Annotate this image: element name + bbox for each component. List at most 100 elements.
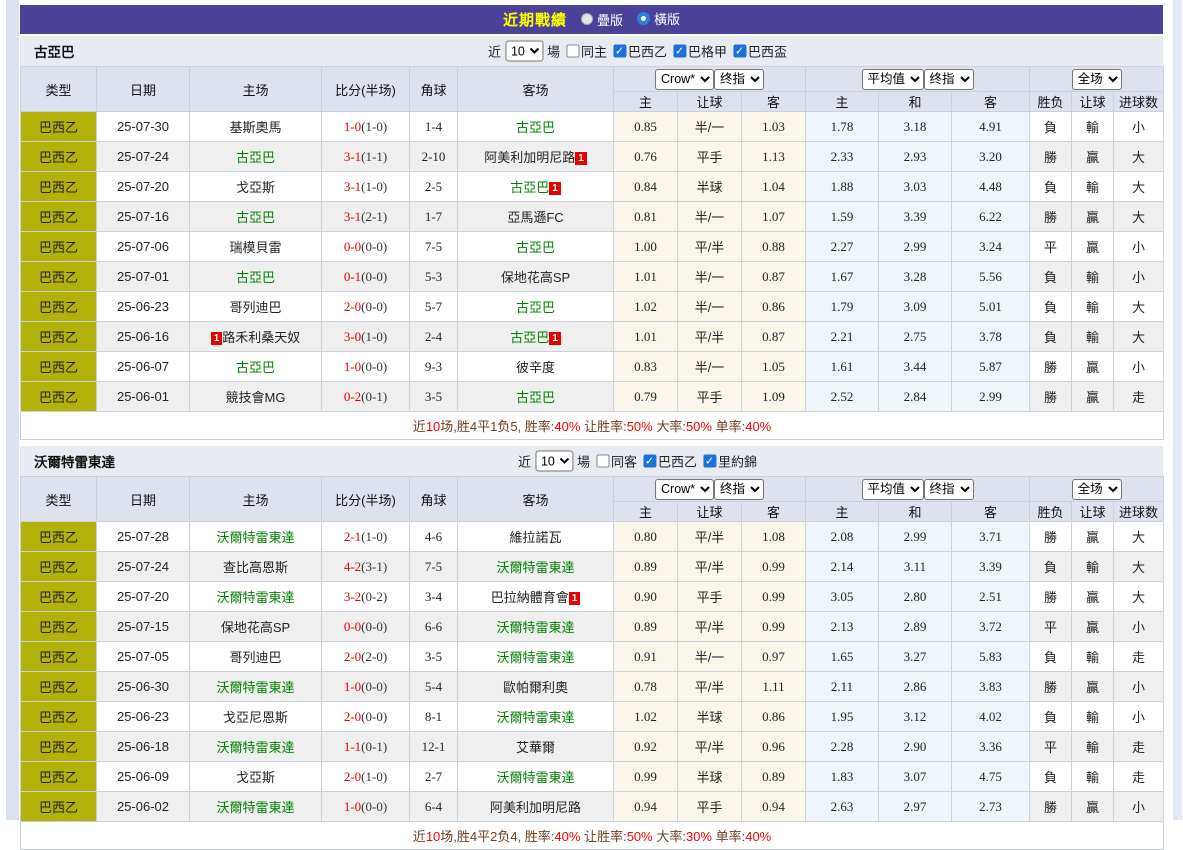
score-cell: 1-0(0-0) [322, 792, 410, 822]
column-header: 客场 [458, 477, 614, 522]
away-team-cell: 古亞巴 [458, 232, 614, 262]
result-cell: 勝 [1030, 522, 1072, 552]
summary-value: 40% [745, 829, 771, 844]
fulltime-score: 1-0 [344, 799, 361, 814]
fulltime-score: 4-2 [344, 559, 361, 574]
summary-text: 近10场,胜4平1负5, 胜率:40% 让胜率:50% 大率:50% 单率:40… [21, 412, 1164, 440]
europe-odds-cell: 2.21 [806, 322, 879, 352]
home-team-cell: 古亞巴 [190, 262, 322, 292]
handicap-odds-cell: 半球 [678, 702, 742, 732]
recent-count-select[interactable]: 10 [505, 41, 543, 62]
summary-value: 50% [627, 419, 653, 434]
result-cell: 負 [1030, 642, 1072, 672]
handicap-odds-cell: 0.99 [742, 582, 806, 612]
same-venue-checkbox[interactable] [566, 45, 579, 58]
date-cell: 25-06-18 [97, 732, 190, 762]
away-team-name: 歐帕爾利奧 [503, 680, 568, 695]
away-team-cell: 阿美利加明尼路 [458, 792, 614, 822]
summary-value: 30% [686, 829, 712, 844]
odds-group-selects: Crow*终指 [614, 67, 806, 92]
date-cell: 25-06-02 [97, 792, 190, 822]
result-cell: 負 [1030, 552, 1072, 582]
score-cell: 2-0(0-0) [322, 702, 410, 732]
corner-cell: 8-1 [410, 702, 458, 732]
europe-odds-cell: 2.99 [879, 522, 952, 552]
score-cell: 3-1(1-0) [322, 172, 410, 202]
europe-odds-cell: 5.83 [952, 642, 1030, 672]
column-header: 比分(半场) [322, 67, 410, 112]
odds-column-header: 主 [806, 92, 879, 112]
europe-odds-cell: 3.24 [952, 232, 1030, 262]
result-cell: 大 [1114, 202, 1164, 232]
away-team-name: 維拉諾瓦 [509, 530, 561, 545]
europe-odds-cell: 4.91 [952, 112, 1030, 142]
average-select[interactable]: 平均值 [862, 69, 924, 90]
fulltime-score: 2-0 [344, 649, 361, 664]
summary-value: 10 [426, 419, 440, 434]
halftime-score: (1-0) [361, 179, 387, 194]
same-venue-checkbox[interactable] [596, 455, 609, 468]
league-checkbox-0[interactable]: ✓ [643, 455, 656, 468]
scope-select[interactable]: 全场 [1072, 479, 1122, 500]
match-row: 巴西乙25-07-30基斯奧馬1-0(1-0)1-4古亞巴0.85半/一1.03… [21, 112, 1164, 142]
summary-value: 40% [554, 419, 580, 434]
handicap-odds-cell: 半/一 [678, 352, 742, 382]
corner-cell: 6-6 [410, 612, 458, 642]
home-team-cell: 瑞模貝雷 [190, 232, 322, 262]
europe-odds-cell: 1.79 [806, 292, 879, 322]
league-checkbox-1[interactable]: ✓ [703, 455, 716, 468]
corner-cell: 9-3 [410, 352, 458, 382]
summary-value: 40% [554, 829, 580, 844]
league-cell: 巴西乙 [21, 612, 97, 642]
europe-odds-cell: 1.95 [806, 702, 879, 732]
corner-cell: 3-5 [410, 642, 458, 672]
home-team-name: 戈亞斯 [236, 180, 275, 195]
bookmaker-final-select[interactable]: 终指 [714, 69, 764, 90]
average-select[interactable]: 平均值 [862, 479, 924, 500]
average-final-select[interactable]: 终指 [924, 479, 974, 500]
recent-results-panel: 近期戰績 疊版橫版 古亞巴 近10場同主✓巴西乙✓巴格甲✓巴西盃 类型日期主场比… [20, 5, 1163, 850]
handicap-odds-cell: 0.87 [742, 262, 806, 292]
europe-odds-cell: 3.09 [879, 292, 952, 322]
page-right-margin-strip [1172, 0, 1182, 820]
scope-select[interactable]: 全场 [1072, 69, 1122, 90]
score-cell: 2-0(0-0) [322, 292, 410, 322]
average-final-select[interactable]: 终指 [924, 69, 974, 90]
europe-odds-cell: 3.36 [952, 732, 1030, 762]
score-cell: 2-0(2-0) [322, 642, 410, 672]
handicap-odds-cell: 0.99 [742, 612, 806, 642]
recent-matches-table: 类型日期主场比分(半场)角球客场Crow*终指平均值终指全场主让球客主和客胜负让… [20, 66, 1164, 440]
home-team-cell: 競技會MG [190, 382, 322, 412]
home-team-name: 沃爾特雷東達 [216, 740, 294, 755]
match-row: 巴西乙25-06-02沃爾特雷東達1-0(0-0)6-4阿美利加明尼路0.94平… [21, 792, 1164, 822]
away-team-cell: 古亞巴1 [458, 172, 614, 202]
bookmaker-final-select[interactable]: 终指 [714, 479, 764, 500]
recent-matches-table: 类型日期主场比分(半场)角球客场Crow*终指平均值终指全场主让球客主和客胜负让… [20, 476, 1164, 850]
team-section-home: 古亞巴 近10場同主✓巴西乙✓巴格甲✓巴西盃 类型日期主场比分(半场)角球客场C… [20, 36, 1163, 440]
bookmaker-select[interactable]: Crow* [655, 479, 714, 500]
league-checkbox-0[interactable]: ✓ [613, 45, 626, 58]
home-team-cell: 古亞巴 [190, 202, 322, 232]
recent-count-select[interactable]: 10 [535, 451, 573, 472]
bookmaker-select[interactable]: Crow* [655, 69, 714, 90]
handicap-odds-cell: 平/半 [678, 232, 742, 262]
result-cell: 贏 [1072, 522, 1114, 552]
handicap-odds-cell: 平/半 [678, 522, 742, 552]
odds-column-header: 客 [952, 92, 1030, 112]
league-checkbox-2[interactable]: ✓ [733, 45, 746, 58]
handicap-odds-cell: 1.04 [742, 172, 806, 202]
away-team-name: 古亞巴 [510, 180, 549, 195]
layout-radio-option[interactable]: 疊版 [581, 10, 623, 29]
europe-odds-cell: 1.88 [806, 172, 879, 202]
league-cell: 巴西乙 [21, 732, 97, 762]
fulltime-score: 3-1 [344, 149, 361, 164]
away-team-cell: 沃爾特雷東達 [458, 612, 614, 642]
date-cell: 25-07-06 [97, 232, 190, 262]
away-team-name: 保地花高SP [501, 270, 570, 285]
europe-odds-cell: 2.28 [806, 732, 879, 762]
layout-radio-option[interactable]: 橫版 [637, 9, 680, 28]
away-team-cell: 亞馬遜FC [458, 202, 614, 232]
league-checkbox-1[interactable]: ✓ [673, 45, 686, 58]
halftime-score: (0-0) [361, 619, 387, 634]
same-venue-label: 同客 [611, 452, 637, 471]
